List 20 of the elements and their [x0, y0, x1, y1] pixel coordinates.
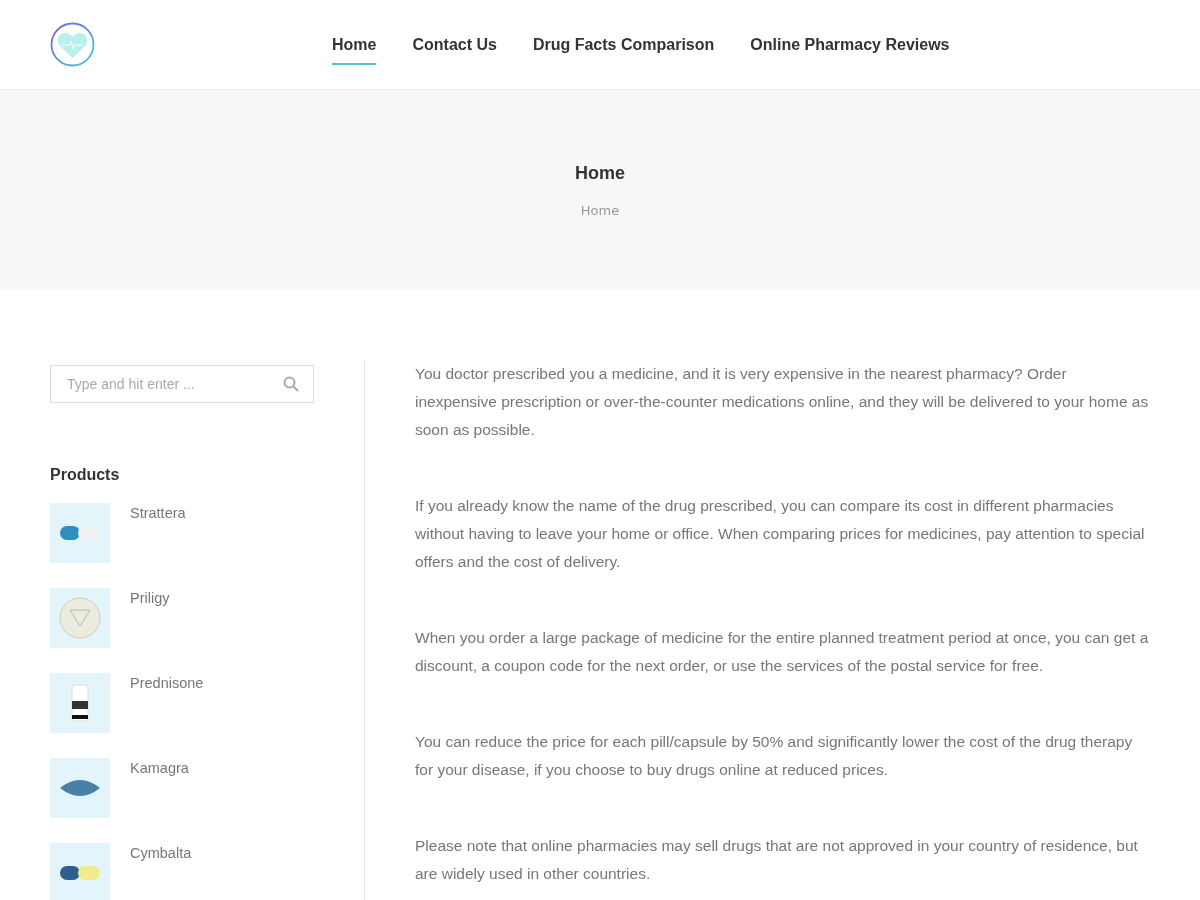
breadcrumb: Home [580, 202, 620, 220]
product-link[interactable]: Strattera [130, 503, 186, 525]
nav-link[interactable]: Contact Us [412, 33, 497, 65]
heart-logo[interactable] [50, 22, 95, 67]
product-link[interactable]: Kamagra [130, 758, 189, 780]
nav-link[interactable]: Online Pharmacy Reviews [750, 33, 950, 65]
search-icon[interactable] [283, 376, 299, 392]
page-title: Home [575, 162, 625, 185]
paragraph: When you order a large package of medicine for the entire planned treatment period at once, you can get a discount, a coupon code for the next order, or use the services of the postal service for free. [415, 628, 1150, 676]
nav-link[interactable]: Drug Facts Comparison [532, 33, 715, 65]
products-heading: Products [50, 465, 121, 485]
nav-link[interactable]: Home [332, 33, 377, 65]
paragraph: You doctor prescribed you a medicine, and it is very expensive in the nearest pharmacy? Order inexpensive prescription or over-the-counter medications online, and they will be delivered to your home as soon as possible. [415, 364, 1150, 440]
search-field[interactable]: Type and hit enter ... [50, 365, 314, 403]
paragraph: You can reduce the price for each pill/capsule by 50% and significantly lower the cost of the drug therapy for your disease, if you choose to buy drugs online at reduced prices. [415, 732, 1134, 780]
paragraph: If you already know the name of the drug prescribed, you can compare its cost in different pharmacies without having to leave your home or office. When comparing prices for medicines, pay attention to special offers and the cost of delivery. [415, 496, 1146, 572]
product-link[interactable]: Cymbalta [130, 843, 192, 865]
paragraph: Please note that online pharmacies may sell drugs that are not approved in your country of residence, but are widely used in other countries. [415, 836, 1139, 884]
product-link[interactable]: Priligy [130, 588, 170, 610]
product-link[interactable]: Prednisone [130, 673, 204, 695]
